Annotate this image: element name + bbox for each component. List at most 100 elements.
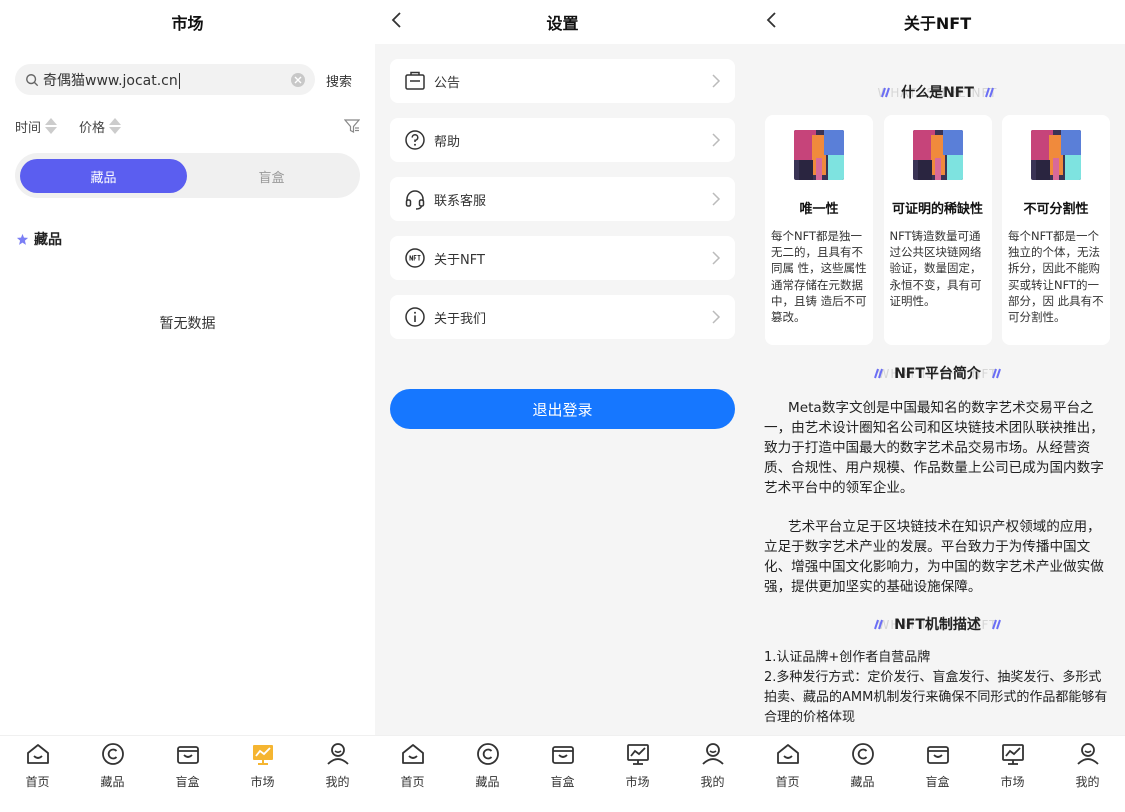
home-icon bbox=[776, 744, 799, 764]
slash-decoration-icon bbox=[991, 619, 1001, 630]
tab-blindbox-nav[interactable]: 盲盒 bbox=[525, 736, 600, 812]
chevron-right-icon bbox=[712, 310, 721, 324]
sort-bar: 时间 价格 bbox=[15, 116, 360, 136]
nft-artwork-image bbox=[912, 130, 963, 180]
filter-icon[interactable] bbox=[344, 118, 360, 134]
menu-item-announcement[interactable]: 公告 bbox=[390, 59, 735, 103]
tab-blindbox-nav[interactable]: 盲盒 bbox=[900, 736, 975, 812]
slash-decoration-icon bbox=[874, 368, 884, 379]
tab-market-nav[interactable]: 市场 bbox=[225, 736, 300, 812]
slash-decoration-icon bbox=[874, 619, 884, 630]
home-icon bbox=[26, 744, 49, 764]
market-chart-icon bbox=[626, 744, 649, 765]
slash-decoration-icon bbox=[991, 368, 1001, 379]
tab-collection-nav[interactable]: 藏品 bbox=[75, 736, 150, 812]
card-description: 每个NFT都是一个独立的个体，无法拆分，因此不能购买或转让NFT的一部分，因 此… bbox=[1008, 229, 1104, 325]
info-icon bbox=[405, 307, 425, 327]
chevron-right-icon bbox=[712, 74, 721, 88]
crown-icon bbox=[16, 233, 29, 245]
chevron-right-icon bbox=[712, 192, 721, 206]
tab-home[interactable]: 首页 bbox=[375, 736, 450, 812]
mechanism-item: 1.认证品牌+创作者自营品牌 bbox=[764, 650, 931, 665]
box-icon bbox=[926, 746, 949, 764]
card-title: 唯一性 bbox=[799, 202, 839, 217]
user-icon bbox=[701, 743, 724, 765]
copyright-icon bbox=[851, 743, 874, 765]
market-screen: 市场 奇偶猫www.jocat.cn 搜索 时间 价格 藏品 盲盒 藏品 暂无数… bbox=[0, 0, 375, 812]
tab-mine-nav[interactable]: 我的 bbox=[675, 736, 750, 812]
box-icon bbox=[176, 746, 199, 764]
tab-blindbox[interactable]: 盲盒 bbox=[188, 159, 355, 193]
feature-cards: 唯一性 每个NFT都是独一无二的，且具有不同属 性，这些属性通常存储在元数据中，… bbox=[765, 115, 1110, 345]
chevron-right-icon bbox=[712, 133, 721, 147]
section-title-what: WHAT IS THE NFT 什么是NFT bbox=[750, 78, 1125, 106]
slash-decoration-icon bbox=[984, 87, 994, 98]
card-title: 不可分割性 bbox=[1023, 202, 1089, 217]
menu-item-help[interactable]: 帮助 bbox=[390, 118, 735, 162]
section-title-mechanism: WHAT IS THE NFT NFT机制描述 bbox=[750, 610, 1125, 638]
market-header: 市场 bbox=[0, 0, 375, 44]
market-chart-icon bbox=[1001, 744, 1024, 765]
clear-icon[interactable] bbox=[291, 72, 305, 87]
empty-state: 暂无数据 bbox=[159, 316, 216, 332]
menu-label: 联系客服 bbox=[434, 193, 487, 209]
search-input[interactable]: 奇偶猫www.jocat.cn bbox=[15, 64, 315, 95]
tab-bar: 首页 藏品 盲盒 市场 我的 bbox=[750, 735, 1125, 812]
headset-icon bbox=[405, 190, 425, 210]
copyright-icon bbox=[476, 743, 499, 765]
logout-button[interactable]: 退出登录 bbox=[390, 389, 735, 429]
page-title: 设置 bbox=[546, 14, 579, 33]
section-heading: 藏品 bbox=[16, 229, 62, 249]
settings-header: 设置 bbox=[375, 0, 750, 44]
tab-bar: 首页 藏品 盲盒 市场 我的 bbox=[375, 735, 750, 812]
box-icon bbox=[551, 746, 574, 764]
menu-label: 帮助 bbox=[434, 134, 461, 150]
nft-icon bbox=[405, 248, 425, 268]
tab-mine-nav[interactable]: 我的 bbox=[300, 736, 375, 812]
announcement-icon bbox=[405, 71, 425, 90]
tab-bar: 首页 藏品 盲盒 市场 我的 bbox=[0, 735, 375, 812]
menu-item-about-us[interactable]: 关于我们 bbox=[390, 295, 735, 339]
copyright-icon bbox=[101, 743, 124, 765]
menu-label: 公告 bbox=[434, 75, 461, 91]
menu-label: 关于NFT bbox=[434, 252, 485, 268]
tab-market-nav[interactable]: 市场 bbox=[600, 736, 675, 812]
platform-intro-paragraph: 艺术平台立足于区块链技术在知识产权领域的应用，立足于数字艺术产业的发展。平台致力… bbox=[764, 519, 1104, 595]
tab-collection-nav[interactable]: 藏品 bbox=[825, 736, 900, 812]
page-title: 关于NFT bbox=[903, 14, 972, 33]
about-header: 关于NFT bbox=[750, 0, 1125, 44]
sort-time-button[interactable]: 时间 bbox=[15, 117, 58, 136]
user-icon bbox=[326, 743, 349, 765]
nft-artwork-image bbox=[794, 130, 844, 180]
chevron-right-icon bbox=[712, 251, 721, 265]
card-description: NFT铸造数量可通过公共区块链网络验证，数量固定，永恒不变，具有可证明性。 bbox=[889, 229, 982, 308]
mechanism-item: 2.多种发行方式：定价发行、盲盒发行、抽奖发行、多形式拍卖、藏品的AMM机制发行… bbox=[764, 670, 1108, 725]
tab-blindbox-nav[interactable]: 盲盒 bbox=[150, 736, 225, 812]
tab-market-nav[interactable]: 市场 bbox=[975, 736, 1050, 812]
sort-price-button[interactable]: 价格 bbox=[79, 117, 122, 136]
feature-card: 不可分割性 每个NFT都是一个独立的个体，无法拆分，因此不能购买或转让NFT的一… bbox=[1002, 115, 1110, 345]
tab-collection-nav[interactable]: 藏品 bbox=[450, 736, 525, 812]
tab-mine-nav[interactable]: 我的 bbox=[1050, 736, 1125, 812]
feature-card: 唯一性 每个NFT都是独一无二的，且具有不同属 性，这些属性通常存储在元数据中，… bbox=[765, 115, 873, 345]
page-title: 市场 bbox=[171, 14, 204, 33]
feature-card: 可证明的稀缺性 NFT铸造数量可通过公共区块链网络验证，数量固定，永恒不变，具有… bbox=[883, 115, 992, 345]
sort-arrows-icon bbox=[45, 118, 58, 134]
tab-home[interactable]: 首页 bbox=[0, 736, 75, 812]
card-description: 每个NFT都是独一无二的，且具有不同属 性，这些属性通常存储在元数据中，且铸 造… bbox=[771, 229, 867, 325]
sort-arrows-icon bbox=[109, 118, 122, 134]
nft-artwork-image bbox=[1031, 130, 1081, 180]
menu-item-support[interactable]: 联系客服 bbox=[390, 177, 735, 221]
market-chart-icon bbox=[252, 745, 273, 765]
help-icon bbox=[405, 130, 425, 150]
back-icon[interactable] bbox=[762, 10, 782, 30]
tab-collection[interactable]: 藏品 bbox=[20, 159, 187, 193]
card-title: 可证明的稀缺性 bbox=[891, 202, 983, 217]
back-icon[interactable] bbox=[387, 10, 407, 30]
home-icon bbox=[401, 744, 424, 764]
menu-label: 关于我们 bbox=[434, 311, 487, 327]
menu-item-about-nft[interactable]: 关于NFT bbox=[390, 236, 735, 280]
tab-home[interactable]: 首页 bbox=[750, 736, 825, 812]
category-switch: 藏品 盲盒 bbox=[15, 153, 360, 198]
search-button[interactable]: 搜索 bbox=[326, 71, 352, 90]
